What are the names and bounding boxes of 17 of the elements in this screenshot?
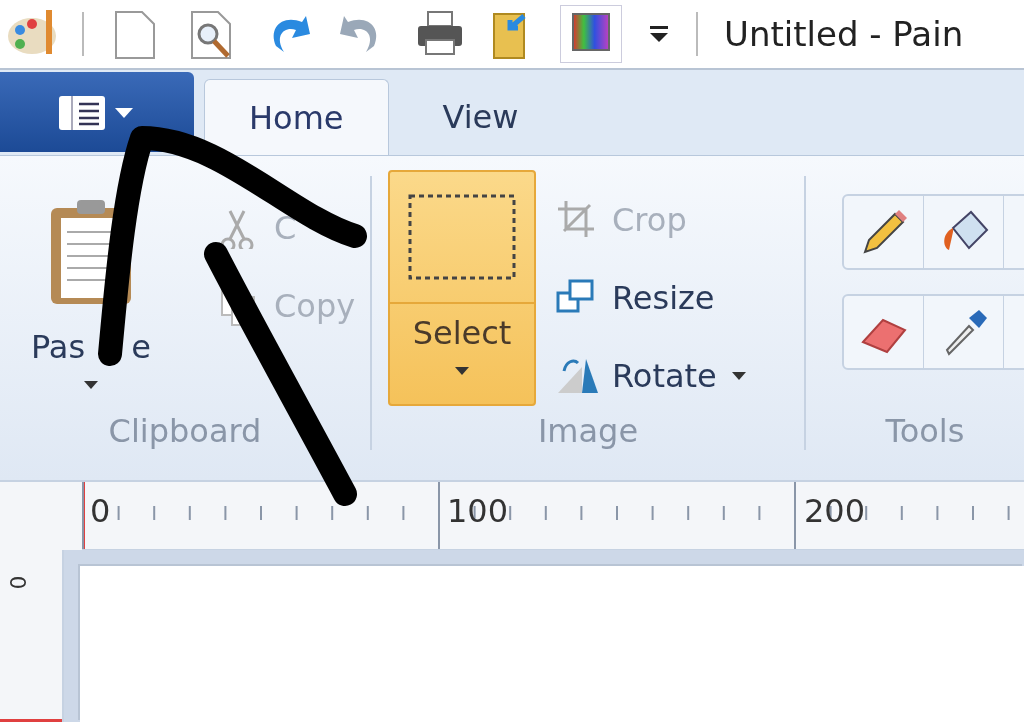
group-label: Tools: [884, 412, 966, 450]
dropdown-icon[interactable]: [648, 24, 670, 44]
ribbon-button[interactable]: Resize: [556, 268, 747, 328]
color-palette-icon[interactable]: [569, 10, 613, 54]
paste-button[interactable]: Pas e: [24, 170, 158, 406]
group-label: Clipboard: [107, 412, 263, 450]
file-menu-button[interactable]: [0, 72, 194, 152]
window-title: Untitled - Pain: [724, 14, 964, 54]
tab[interactable]: View: [398, 79, 563, 155]
ruler-label: 100: [446, 491, 510, 532]
ruler-label: 200: [803, 491, 866, 532]
ruler-label: 0: [4, 575, 30, 590]
ribbon-button[interactable]: Rotate: [556, 346, 747, 406]
tab[interactable]: Home: [204, 79, 389, 155]
select-button[interactable]: Select: [388, 170, 536, 406]
group-label: Image: [536, 412, 640, 450]
ruler-label: 0: [89, 491, 112, 532]
